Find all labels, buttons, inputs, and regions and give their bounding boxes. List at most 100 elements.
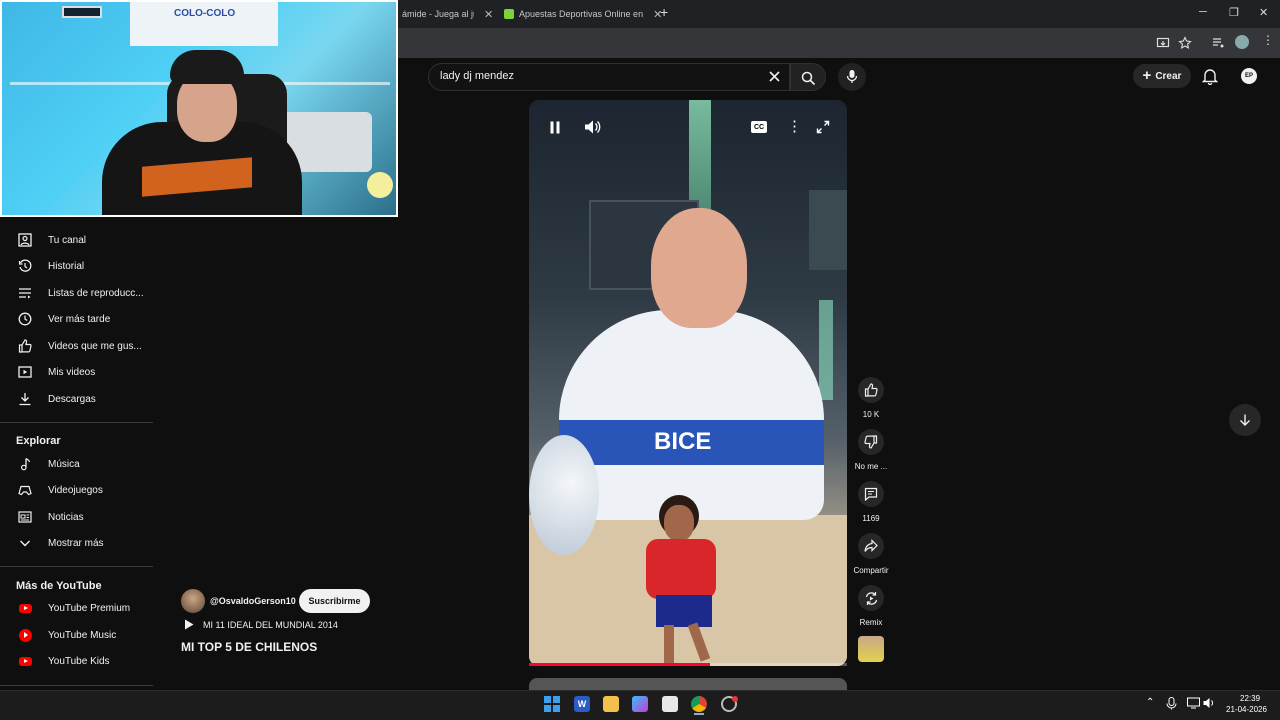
close-window-button[interactable]: ✕ bbox=[1259, 6, 1268, 19]
share-label: Compartir bbox=[853, 566, 889, 575]
sidebar-item-your-channel[interactable]: Tu canal bbox=[0, 227, 153, 253]
account-avatar[interactable]: EP bbox=[1241, 68, 1257, 84]
search-button[interactable] bbox=[790, 63, 826, 91]
profile-avatar[interactable] bbox=[1235, 35, 1249, 49]
sidebar-item-gaming[interactable]: Videojuegos bbox=[0, 477, 153, 503]
comment-icon bbox=[864, 487, 878, 501]
music-icon bbox=[17, 456, 33, 472]
my-videos-icon bbox=[17, 364, 33, 380]
clock-time[interactable]: 22:39 bbox=[1240, 694, 1260, 703]
sidebar-item-news[interactable]: Noticias bbox=[0, 504, 153, 530]
sidebar-item-label: Descargas bbox=[48, 393, 96, 405]
store-icon[interactable] bbox=[662, 696, 678, 712]
browser-tab-2[interactable]: Apuestas Deportivas Online en ✕ bbox=[504, 4, 662, 24]
sound-thumbnail[interactable] bbox=[858, 636, 884, 662]
subscribe-button[interactable]: Suscribirme bbox=[299, 589, 370, 613]
youtube-music-icon bbox=[17, 627, 33, 643]
like-button[interactable] bbox=[858, 377, 884, 403]
browser-menu-icon[interactable]: ⋮ bbox=[1262, 33, 1274, 47]
copilot-icon[interactable] bbox=[632, 696, 648, 712]
tab-title: Apuestas Deportivas Online en bbox=[519, 9, 644, 19]
speaker-icon[interactable] bbox=[1203, 697, 1215, 709]
betting-site-favicon-icon bbox=[504, 9, 514, 19]
browser-tab-1[interactable]: ámide - Juega al ju ✕ bbox=[402, 4, 493, 24]
sidebar-item-label: Mostrar más bbox=[48, 537, 104, 549]
remix-label: Remix bbox=[859, 618, 883, 627]
sidebar-item-label: Historial bbox=[48, 260, 85, 272]
create-button[interactable]: + Crear bbox=[1133, 64, 1191, 88]
youtube-premium-icon bbox=[17, 600, 33, 616]
minimize-button[interactable]: ─ bbox=[1199, 6, 1207, 18]
player-leg bbox=[687, 622, 711, 662]
sidebar-item-liked-videos[interactable]: Videos que me gus... bbox=[0, 333, 153, 359]
hoodie-print bbox=[142, 157, 252, 197]
chevron-down-icon bbox=[17, 535, 33, 551]
shorts-video-player[interactable]: BICE CC ⋮ bbox=[529, 100, 847, 666]
close-tab-icon[interactable]: ✕ bbox=[484, 8, 493, 21]
sidebar-item-playlists[interactable]: Listas de reproducc... bbox=[0, 280, 153, 306]
clock-date[interactable]: 21-04-2026 bbox=[1226, 705, 1267, 714]
tray-chevron-icon[interactable]: ⌃ bbox=[1146, 697, 1154, 708]
sidebar-item-show-more[interactable]: Mostrar más bbox=[0, 530, 153, 556]
word-app-icon[interactable]: W bbox=[574, 696, 590, 712]
playlist-label: MI 11 IDEAL DEL MUNDIAL 2014 bbox=[203, 619, 338, 630]
club-banner: COLO-COLO bbox=[130, 2, 278, 46]
clear-search-icon[interactable] bbox=[768, 70, 781, 83]
notifications-bell-icon[interactable] bbox=[1202, 68, 1218, 85]
bookmark-star-icon[interactable] bbox=[1178, 36, 1192, 50]
player-face bbox=[664, 505, 694, 541]
more-options-icon[interactable]: ⋮ bbox=[787, 117, 802, 135]
notification-dot bbox=[732, 696, 738, 702]
sidebar-item-history[interactable]: Historial bbox=[0, 253, 153, 279]
overlay-player bbox=[624, 495, 744, 665]
chrome-icon[interactable] bbox=[691, 696, 707, 712]
comments-button[interactable] bbox=[858, 481, 884, 507]
share-arrow-icon bbox=[864, 539, 878, 552]
share-button[interactable] bbox=[858, 533, 884, 559]
closed-captions-icon[interactable]: CC bbox=[751, 121, 767, 133]
player-shirt bbox=[646, 539, 716, 599]
channel-handle[interactable]: @OsvaldoGerson10 bbox=[210, 596, 296, 606]
remix-button[interactable] bbox=[858, 585, 884, 611]
tray-microphone-icon[interactable] bbox=[1166, 697, 1177, 710]
remix-icon bbox=[865, 591, 877, 605]
file-explorer-icon[interactable] bbox=[603, 696, 619, 712]
playlist-link[interactable]: MI 11 IDEAL DEL MUNDIAL 2014 bbox=[181, 619, 338, 630]
sidebar-item-label: Música bbox=[48, 458, 80, 470]
media-controls-icon[interactable] bbox=[1211, 36, 1225, 50]
volume-icon[interactable] bbox=[584, 119, 601, 135]
channel-avatar[interactable] bbox=[181, 589, 205, 613]
playlist-icon bbox=[17, 285, 33, 301]
new-tab-button[interactable]: + bbox=[660, 4, 668, 20]
sidebar-item-music[interactable]: Música bbox=[0, 451, 153, 477]
sidebar-item-my-videos[interactable]: Mis videos bbox=[0, 359, 153, 385]
sidebar-item-watch-later[interactable]: Ver más tarde bbox=[0, 306, 153, 332]
sidebar-item-downloads[interactable]: Descargas bbox=[0, 386, 153, 412]
pause-icon[interactable] bbox=[549, 121, 561, 134]
jersey-sponsor: BICE bbox=[654, 428, 712, 455]
sidebar-item-youtube-kids[interactable]: YouTube Kids bbox=[0, 648, 153, 674]
gamepad-icon bbox=[17, 482, 33, 498]
thumbs-up-icon bbox=[17, 338, 33, 354]
wall-frame bbox=[62, 6, 102, 18]
player-leg bbox=[664, 625, 674, 663]
lamp bbox=[367, 172, 393, 198]
install-app-icon[interactable] bbox=[1156, 36, 1170, 50]
network-icon[interactable] bbox=[1187, 697, 1200, 709]
next-video-button[interactable] bbox=[1229, 404, 1261, 436]
next-short-preview[interactable] bbox=[529, 678, 847, 690]
voice-search-button[interactable] bbox=[838, 63, 866, 91]
sidebar-divider bbox=[0, 566, 153, 567]
explore-heading: Explorar bbox=[16, 435, 61, 447]
dislike-button[interactable] bbox=[858, 429, 884, 455]
fullscreen-icon[interactable] bbox=[816, 120, 830, 134]
video-title: MI TOP 5 DE CHILENOS bbox=[181, 640, 318, 654]
sidebar-divider bbox=[0, 422, 153, 423]
webcam-overlay: COLO-COLO bbox=[0, 0, 398, 217]
sidebar-item-label: Listas de reproducc... bbox=[48, 287, 144, 299]
sidebar-item-youtube-music[interactable]: YouTube Music bbox=[0, 622, 153, 648]
maximize-button[interactable]: ❐ bbox=[1229, 6, 1239, 19]
sidebar-item-label: YouTube Kids bbox=[48, 655, 110, 667]
sidebar-item-youtube-premium[interactable]: YouTube Premium bbox=[0, 595, 153, 621]
windows-start-icon[interactable] bbox=[544, 696, 560, 712]
